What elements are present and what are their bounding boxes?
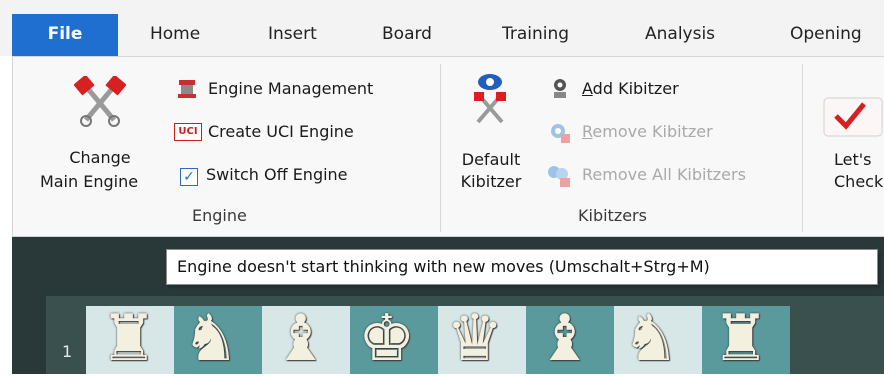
group-separator [802, 64, 803, 232]
check-icon[interactable]: ✓ [180, 168, 198, 186]
lets-check-label-2: Check [834, 172, 884, 191]
kibitzers-group-label: Kibitzers [578, 206, 647, 225]
uci-icon: UCI [174, 123, 202, 141]
crossed-pistons-icon [74, 76, 126, 127]
create-uci-engine-label: Create UCI Engine [208, 122, 354, 141]
white-knight-icon[interactable]: ♞ [182, 304, 239, 374]
add-kibitzer-label: Add Kibitzer [582, 79, 679, 98]
tab-analysis[interactable]: Analysis [645, 14, 715, 54]
tooltip: Engine doesn't start thinking with new m… [166, 249, 878, 285]
default-kibitzer-label-1: Default [461, 150, 521, 169]
ribbon-panel [12, 56, 884, 237]
engine-management-label: Engine Management [208, 79, 374, 98]
switch-off-engine-label: Switch Off Engine [206, 165, 348, 184]
white-queen-icon[interactable]: ♛ [446, 304, 503, 374]
white-rook-icon[interactable]: ♜ [100, 304, 157, 374]
engine-management-icon [178, 80, 196, 98]
engine-group-label: Engine [192, 206, 247, 225]
rank-label: 1 [62, 342, 73, 361]
tab-home[interactable]: Home [150, 14, 200, 54]
add-kibitzer-icon [554, 79, 566, 98]
tab-training[interactable]: Training [502, 14, 569, 54]
remove-kibitzer-label: Remove Kibitzer [582, 122, 713, 141]
tab-insert[interactable]: Insert [268, 14, 317, 54]
tab-board[interactable]: Board [382, 14, 432, 54]
change-main-engine-label-1: Change [69, 148, 131, 167]
menu-bar: File Home Insert Board Training Analysis… [0, 0, 884, 56]
kibitzer-eye-icon [474, 74, 506, 124]
white-king-icon[interactable]: ♚ [358, 304, 415, 374]
remove-all-kibitzers-icon [548, 166, 570, 187]
checkmark-icon [823, 97, 883, 137]
lets-check-label-1: Let's [834, 150, 872, 169]
group-separator [440, 64, 441, 232]
remove-all-kibitzers-label: Remove All Kibitzers [582, 165, 746, 184]
tab-opening[interactable]: Opening [790, 14, 862, 54]
white-bishop-icon[interactable]: ♝ [536, 304, 593, 374]
default-kibitzer-label-2: Kibitzer [460, 172, 522, 191]
tab-file[interactable]: File [12, 14, 118, 56]
white-knight-icon[interactable]: ♞ [622, 304, 679, 374]
remove-kibitzer-icon [551, 124, 570, 143]
white-rook-icon[interactable]: ♜ [712, 304, 769, 374]
white-bishop-icon[interactable]: ♝ [272, 304, 329, 374]
change-main-engine-label-2: Main Engine [39, 172, 139, 191]
